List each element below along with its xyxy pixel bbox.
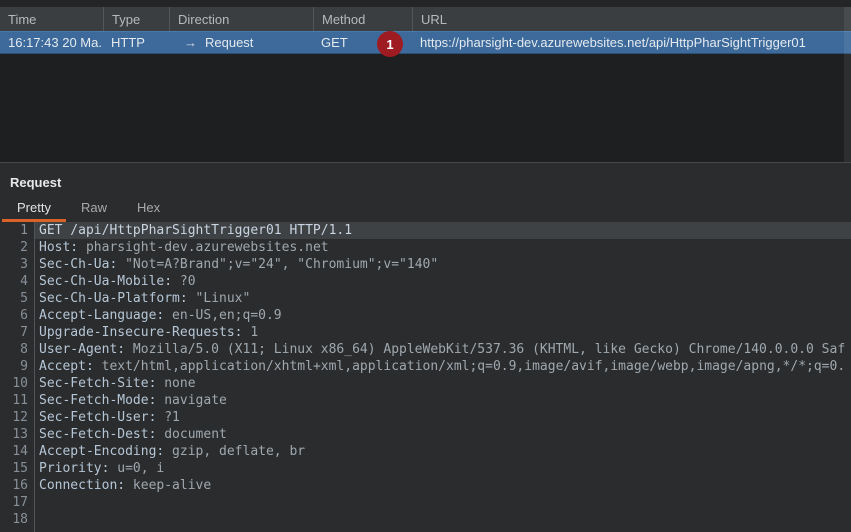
annotation-number-badge[interactable]: 1 [377,31,403,57]
table-header-row: Time Type Direction Method URL [0,7,851,31]
code-line: 11 Sec-Fetch-Mode: navigate [0,392,851,409]
arrow-right-icon: → [184,35,197,50]
line-number: 16 [12,478,28,493]
line-text: Accept: text/html,application/xhtml+xml,… [39,359,846,374]
row-cell-type[interactable]: HTTP [103,32,169,53]
line-text: Sec-Ch-Ua: "Not=A?Brand";v="24", "Chromi… [39,257,439,272]
code-line: 7 Upgrade-Insecure-Requests: 1 [0,324,851,341]
line-text: Sec-Fetch-Mode: navigate [39,393,227,408]
code-line: 3 Sec-Ch-Ua: "Not=A?Brand";v="24", "Chrom… [0,256,851,273]
editor-tabs: Pretty Raw Hex [0,200,851,222]
line-text: Sec-Fetch-Dest: document [39,427,227,442]
code-line: 15 Priority: u=0, i [0,460,851,477]
direction-label: Request [205,35,254,50]
code-line: 14 Accept-Encoding: gzip, deflate, br [0,443,851,460]
line-number: 13 [12,427,28,442]
code-line: 2 Host: pharsight-dev.azurewebsites.net [0,239,851,256]
code-line: 1 GET /api/HttpPharSightTrigger01 HTTP/1.… [0,222,851,239]
column-header-time[interactable]: Time [0,7,103,31]
tab-pretty[interactable]: Pretty [2,200,66,222]
panel-title: Request [10,175,62,190]
column-header-type[interactable]: Type [103,7,169,31]
row-cell-direction[interactable]: → Request [169,32,313,53]
line-text: Sec-Ch-Ua-Platform: "Linux" [39,291,251,306]
line-text: Host: pharsight-dev.azurewebsites.net [39,240,329,255]
line-number: 12 [12,410,28,425]
line-number: 11 [12,393,28,408]
code-line: 18 [0,511,851,528]
code-line: 5 Sec-Ch-Ua-Platform: "Linux" [0,290,851,307]
line-number: 8 [20,342,28,357]
request-panel: Request Pretty Raw Hex 1 GET /api/HttpPha… [0,163,851,532]
line-text [34,494,851,511]
http-history-pane: Time Type Direction Method URL 16:17:43 … [0,0,851,162]
line-text: User-Agent: Mozilla/5.0 (X11; Linux x86_… [39,342,846,357]
line-number: 9 [20,359,28,374]
line-text: GET /api/HttpPharSightTrigger01 HTTP/1.1 [34,222,851,239]
line-number: 10 [12,376,28,391]
line-text: Sec-Fetch-Site: none [39,376,196,391]
column-header-url[interactable]: URL [412,7,851,31]
line-number: 14 [12,444,28,459]
code-line: 16 Connection: keep-alive [0,477,851,494]
request-editor[interactable]: 1 GET /api/HttpPharSightTrigger01 HTTP/1.… [0,222,851,532]
line-number: 4 [20,274,28,289]
column-header-direction[interactable]: Direction [169,7,313,31]
code-line: 17 [0,494,851,511]
column-header-method[interactable]: Method [313,7,412,31]
code-line: 10 Sec-Fetch-Site: none [0,375,851,392]
line-number: 1 [20,223,28,238]
code-line: 12 Sec-Fetch-User: ?1 [0,409,851,426]
line-text: Sec-Ch-Ua-Mobile: ?0 [39,274,196,289]
row-cell-url[interactable]: https://pharsight-dev.azurewebsites.net/… [412,32,851,53]
code-line: 6 Accept-Language: en-US,en;q=0.9 [0,307,851,324]
gutter-separator [34,222,35,532]
line-text: Sec-Fetch-User: ?1 [39,410,180,425]
line-number: 18 [12,512,28,527]
table-top-strip [0,0,851,7]
code-line: 13 Sec-Fetch-Dest: document [0,426,851,443]
line-text: Priority: u=0, i [39,461,165,476]
code-line: 9 Accept: text/html,application/xhtml+xml… [0,358,851,375]
code-line: 4 Sec-Ch-Ua-Mobile: ?0 [0,273,851,290]
line-text: Accept-Language: en-US,en;q=0.9 [39,308,282,323]
line-number: 17 [12,495,28,510]
line-text: Accept-Encoding: gzip, deflate, br [39,444,306,459]
line-text: Upgrade-Insecure-Requests: 1 [39,325,259,340]
line-number: 15 [12,461,28,476]
line-number: 3 [20,257,28,272]
row-cell-time[interactable]: 16:17:43 20 Ma... [0,32,103,53]
http-history-row[interactable]: 16:17:43 20 Ma... HTTP → Request GET htt… [0,31,851,54]
tab-hex[interactable]: Hex [122,200,175,222]
table-scrollbar[interactable] [844,7,851,162]
code-line: 8 User-Agent: Mozilla/5.0 (X11; Linux x86… [0,341,851,358]
line-number: 6 [20,308,28,323]
tab-raw[interactable]: Raw [66,200,122,222]
line-number: 5 [20,291,28,306]
line-text [34,511,851,528]
line-number: 2 [20,240,28,255]
line-text: Connection: keep-alive [39,478,212,493]
line-number: 7 [20,325,28,340]
